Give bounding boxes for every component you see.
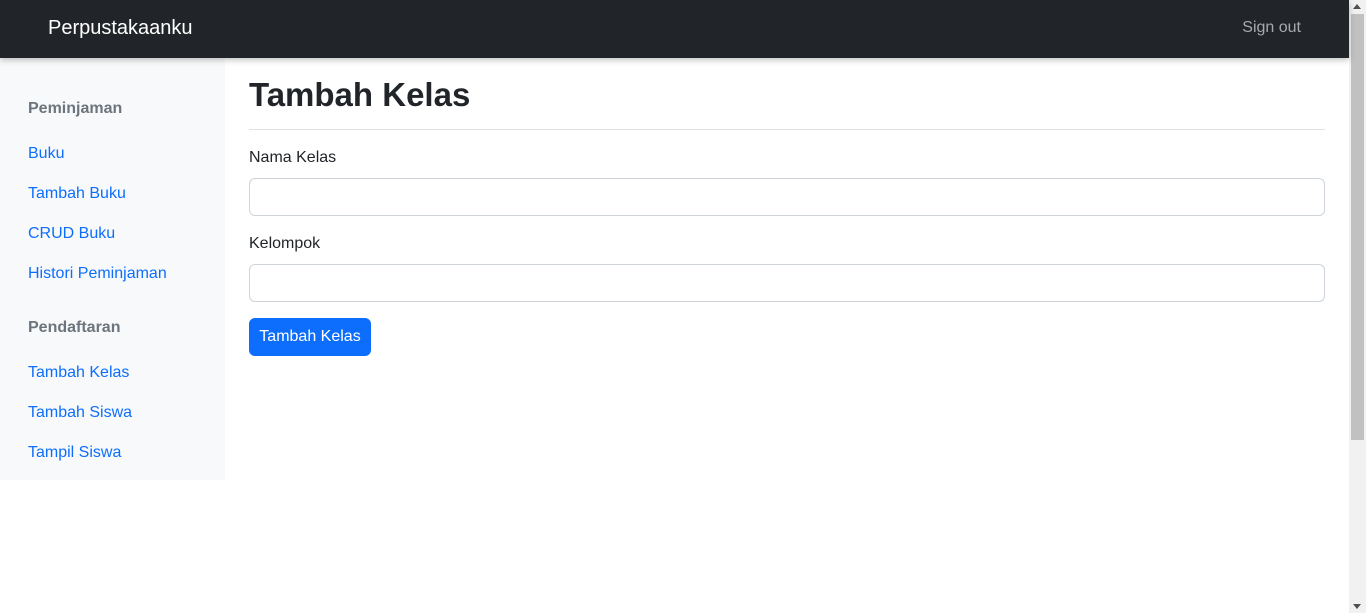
tambah-kelas-button[interactable]: Tambah Kelas bbox=[249, 318, 371, 356]
sidebar-item-buku[interactable]: Buku bbox=[28, 145, 64, 163]
top-navbar: Perpustakaanku Sign out bbox=[0, 0, 1349, 58]
sidebar-item-tambah-kelas[interactable]: Tambah Kelas bbox=[28, 364, 129, 382]
sidebar-item-crud-buku[interactable]: CRUD Buku bbox=[28, 225, 115, 243]
sidebar-heading-pendaftaran: Pendaftaran bbox=[28, 319, 121, 336]
title-divider bbox=[249, 129, 1325, 130]
kelompok-input[interactable] bbox=[249, 264, 1325, 302]
sidebar-heading-peminjaman: Peminjaman bbox=[28, 100, 123, 117]
sidebar-item-histori-peminjaman[interactable]: Histori Peminjaman bbox=[28, 265, 167, 283]
vertical-scrollbar[interactable] bbox=[1349, 0, 1366, 613]
sidebar: Peminjaman Buku Tambah Buku CRUD Buku Hi… bbox=[0, 58, 225, 480]
brand-link[interactable]: Perpustakaanku bbox=[48, 17, 193, 40]
scrollbar-thumb[interactable] bbox=[1351, 14, 1364, 440]
nama-kelas-label: Nama Kelas bbox=[249, 149, 337, 166]
nama-kelas-input[interactable] bbox=[249, 178, 1325, 216]
page-title: Tambah Kelas bbox=[249, 76, 471, 113]
sidebar-item-tambah-siswa[interactable]: Tambah Siswa bbox=[28, 404, 132, 422]
sidebar-item-tampil-siswa[interactable]: Tampil Siswa bbox=[28, 444, 121, 462]
scroll-up-arrow-icon[interactable] bbox=[1353, 4, 1361, 9]
sidebar-item-tambah-buku[interactable]: Tambah Buku bbox=[28, 185, 126, 203]
scroll-down-arrow-icon[interactable] bbox=[1353, 604, 1361, 609]
sign-out-link[interactable]: Sign out bbox=[1242, 19, 1301, 37]
kelompok-label: Kelompok bbox=[249, 235, 321, 252]
